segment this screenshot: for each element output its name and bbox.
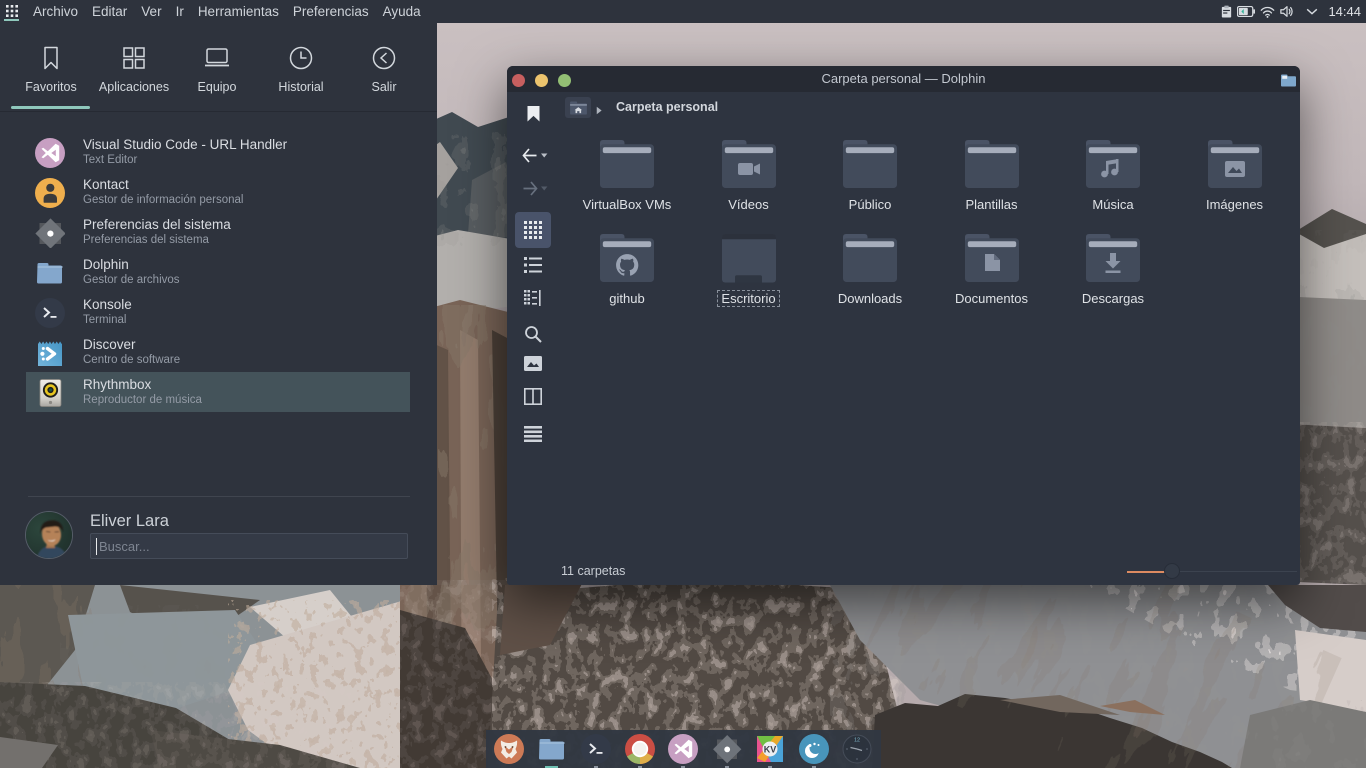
svg-text:12: 12: [854, 738, 860, 744]
svg-text:KV: KV: [764, 745, 777, 755]
